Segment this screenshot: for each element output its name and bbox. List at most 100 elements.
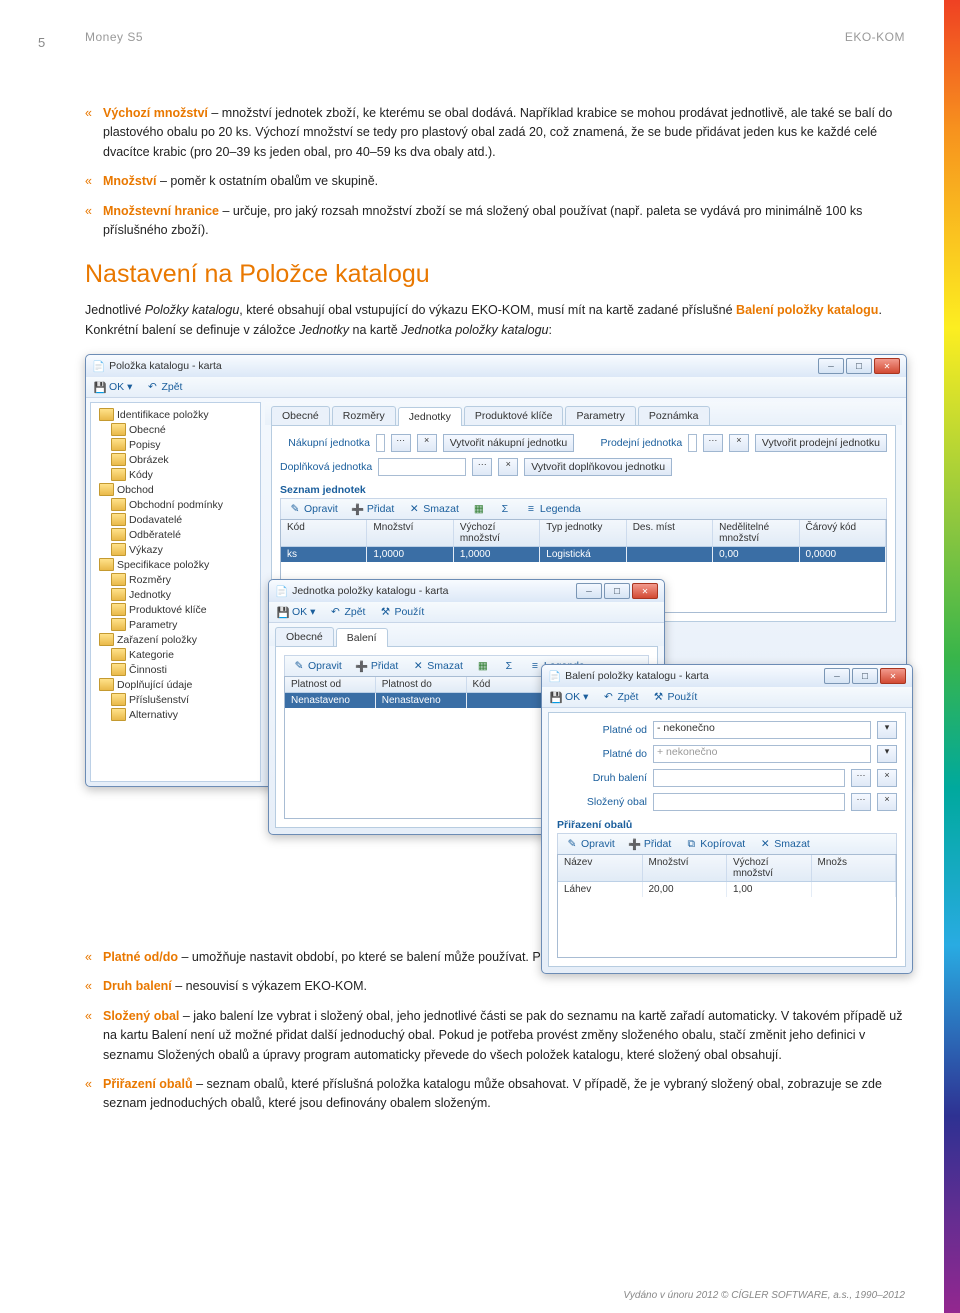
lookup-button[interactable]: ···	[703, 434, 723, 452]
tab-parametry[interactable]: Parametry	[565, 406, 635, 425]
tab-rozměry[interactable]: Rozměry	[332, 406, 396, 425]
close-button[interactable]: ✕	[632, 583, 658, 599]
edit-button[interactable]: ✎Opravit	[290, 659, 345, 673]
column-header[interactable]: Kód	[281, 520, 367, 546]
clear-button[interactable]: ×	[729, 434, 749, 452]
copy-button[interactable]: ⧉Kopírovat	[682, 837, 748, 851]
apply-button[interactable]: ⚒Použít	[649, 690, 700, 704]
tree-node[interactable]: Činnosti	[93, 662, 258, 677]
clear-button[interactable]: ×	[498, 458, 518, 476]
excel-button[interactable]: ▦	[470, 502, 488, 516]
legend-button[interactable]: ≡Legenda	[522, 502, 584, 516]
back-button[interactable]: ↶Zpět	[599, 690, 641, 704]
tree-node[interactable]: Příslušenství	[93, 692, 258, 707]
tab-jednotky[interactable]: Jednotky	[398, 407, 462, 426]
minimize-button[interactable]: ─	[818, 358, 844, 374]
sum-button[interactable]: Σ	[496, 502, 514, 516]
navigation-tree[interactable]: Identifikace položkyObecnéPopisyObrázekK…	[90, 402, 261, 782]
tree-node[interactable]: Rozměry	[93, 572, 258, 587]
clear-button[interactable]: ×	[877, 793, 897, 811]
tree-node[interactable]: Dodavatelé	[93, 512, 258, 527]
close-button[interactable]: ✕	[880, 668, 906, 684]
tab-produktové klíče[interactable]: Produktové klíče	[464, 406, 564, 425]
column-header[interactable]: Platnost do	[376, 677, 467, 692]
minimize-button[interactable]: ─	[576, 583, 602, 599]
btn-vytvorit-nakupni[interactable]: Vytvořit nákupní jednotku	[443, 434, 575, 452]
tab-obecné[interactable]: Obecné	[271, 406, 330, 425]
ok-button[interactable]: 💾OK ▾	[274, 605, 318, 619]
column-header[interactable]: Množství	[643, 855, 728, 881]
add-button[interactable]: ➕Přidat	[349, 502, 397, 516]
tree-node[interactable]: Odběratelé	[93, 527, 258, 542]
column-header[interactable]: Výchozí množství	[727, 855, 812, 881]
delete-button[interactable]: ✕Smazat	[756, 837, 813, 851]
clear-button[interactable]: ×	[877, 769, 897, 787]
sum-button[interactable]: Σ	[500, 659, 518, 673]
column-header[interactable]: Název	[558, 855, 643, 881]
apply-button[interactable]: ⚒Použít	[376, 605, 427, 619]
tree-node[interactable]: Kódy	[93, 467, 258, 482]
delete-button[interactable]: ✕Smazat	[409, 659, 466, 673]
tab-poznámka[interactable]: Poznámka	[638, 406, 710, 425]
tab-balení[interactable]: Balení	[336, 628, 388, 647]
tree-node[interactable]: Zařazení položky	[93, 632, 258, 647]
input-prodejni-jednotka[interactable]	[688, 434, 697, 452]
tree-node[interactable]: Kategorie	[93, 647, 258, 662]
input-doplnkova-jednotka[interactable]	[378, 458, 466, 476]
column-header[interactable]: Čárový kód	[800, 520, 886, 546]
maximize-button[interactable]: ☐	[852, 668, 878, 684]
tree-node[interactable]: Alternativy	[93, 707, 258, 722]
back-button[interactable]: ↶Zpět	[143, 380, 185, 394]
column-header[interactable]: Množs	[812, 855, 897, 881]
tree-node[interactable]: Jednotky	[93, 587, 258, 602]
column-header[interactable]: Výchozí množství	[454, 520, 540, 546]
tree-node[interactable]: Obrázek	[93, 452, 258, 467]
close-button[interactable]: ✕	[874, 358, 900, 374]
tree-node[interactable]: Doplňující údaje	[93, 677, 258, 692]
tree-node[interactable]: Produktové klíče	[93, 602, 258, 617]
column-header[interactable]: Nedělitelné množství	[713, 520, 799, 546]
tree-node[interactable]: Popisy	[93, 437, 258, 452]
obaly-grid[interactable]: NázevMnožstvíVýchozí množstvíMnožs Láhev…	[557, 854, 897, 958]
column-header[interactable]: Des. míst	[627, 520, 713, 546]
minimize-button[interactable]: ─	[824, 668, 850, 684]
ok-button[interactable]: 💾OK ▾	[91, 380, 135, 394]
input-nakupni-jednotka[interactable]	[376, 434, 385, 452]
tree-node[interactable]: Obecné	[93, 422, 258, 437]
excel-button[interactable]: ▦	[474, 659, 492, 673]
edit-button[interactable]: ✎Opravit	[286, 502, 341, 516]
delete-button[interactable]: ✕Smazat	[405, 502, 462, 516]
tree-node[interactable]: Obchod	[93, 482, 258, 497]
tree-node[interactable]: Identifikace položky	[93, 407, 258, 422]
tree-node[interactable]: Výkazy	[93, 542, 258, 557]
tree-node[interactable]: Obchodní podmínky	[93, 497, 258, 512]
btn-vytvorit-prodejni[interactable]: Vytvořit prodejní jednotku	[755, 434, 887, 452]
input-platne-od[interactable]: - nekonečno	[653, 721, 871, 739]
lookup-button[interactable]: ···	[851, 793, 871, 811]
ok-button[interactable]: 💾OK ▾	[547, 690, 591, 704]
tree-node[interactable]: Parametry	[93, 617, 258, 632]
add-button[interactable]: ➕Přidat	[353, 659, 401, 673]
input-slozeny-obal[interactable]	[653, 793, 845, 811]
lookup-button[interactable]: ···	[851, 769, 871, 787]
btn-vytvorit-doplnkovou[interactable]: Vytvořit doplňkovou jednotku	[524, 458, 672, 476]
tree-node[interactable]: Specifikace položky	[93, 557, 258, 572]
tab-obecné[interactable]: Obecné	[275, 627, 334, 646]
table-row[interactable]: Láhev20,001,00	[558, 882, 896, 897]
column-header[interactable]: Množství	[367, 520, 453, 546]
input-platne-do[interactable]: + nekonečno	[653, 745, 871, 763]
edit-button[interactable]: ✎Opravit	[563, 837, 618, 851]
dropdown-button[interactable]: ▾	[877, 721, 897, 739]
column-header[interactable]: Platnost od	[285, 677, 376, 692]
lookup-button[interactable]: ···	[472, 458, 492, 476]
input-druh-baleni[interactable]	[653, 769, 845, 787]
table-row[interactable]: ks1,00001,0000Logistická0,000,0000	[281, 547, 886, 562]
dropdown-button[interactable]: ▾	[877, 745, 897, 763]
back-button[interactable]: ↶Zpět	[326, 605, 368, 619]
maximize-button[interactable]: ☐	[846, 358, 872, 374]
maximize-button[interactable]: ☐	[604, 583, 630, 599]
lookup-button[interactable]: ···	[391, 434, 411, 452]
column-header[interactable]: Typ jednotky	[540, 520, 626, 546]
add-button[interactable]: ➕Přidat	[626, 837, 674, 851]
clear-button[interactable]: ×	[417, 434, 437, 452]
